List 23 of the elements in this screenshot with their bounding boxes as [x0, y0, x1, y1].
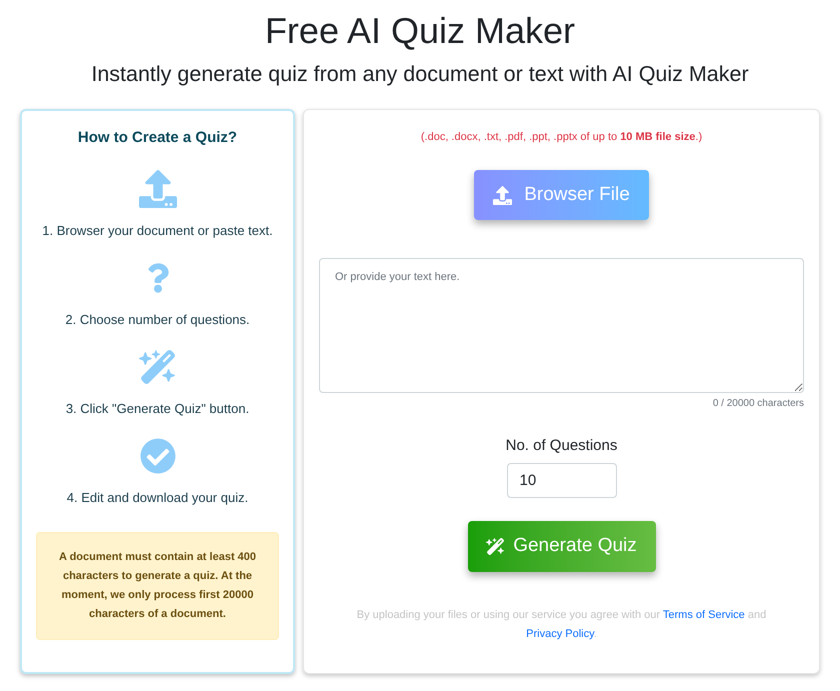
page-title: Free AI Quiz Maker [264, 10, 576, 52]
browse-file-button[interactable]: Browser File [474, 170, 649, 220]
upload-icon [138, 170, 176, 208]
step-text: 2. Choose number of questions. [65, 311, 250, 329]
text-input-area[interactable]: Or provide your text here. [319, 258, 804, 393]
step-text: 3. Click "Generate Quiz" button. [66, 400, 250, 418]
character-counter: 0 / 20000 characters [712, 397, 804, 411]
notice-box: A document must contain at least 400 characters to generate a quiz. At the moment, we only process first 20000 characters of a document. [36, 532, 279, 640]
step-text: 4. Edit and download your quiz. [66, 489, 248, 507]
page-subtitle: Instantly generate quiz from any document or text with AI Quiz Maker [91, 61, 749, 87]
consent-text: By uploading your files or using our service you agree with our Terms of Service and Privacy Policy. [356, 608, 768, 642]
file-types-note: (.doc, .docx, .txt, .pdf, .ppt, .pptx of up to 10 MB file size.) [420, 130, 702, 145]
magic-wand-icon [138, 348, 176, 386]
policy-link[interactable]: Terms of Service [662, 609, 745, 621]
upload-icon [493, 186, 512, 204]
generate-quiz-button[interactable]: Generate Quiz [468, 521, 656, 572]
step-text: 1. Browser your document or paste text. [42, 222, 273, 240]
questions-label: No. of Questions [506, 436, 618, 456]
questions-count-field[interactable]: 10 [506, 463, 616, 498]
steps-card-title: How to Create a Quiz? [78, 128, 238, 148]
question-mark-icon [146, 262, 168, 294]
magic-wand-icon [486, 537, 506, 556]
policy-link[interactable]: Privacy Policy [526, 628, 594, 640]
